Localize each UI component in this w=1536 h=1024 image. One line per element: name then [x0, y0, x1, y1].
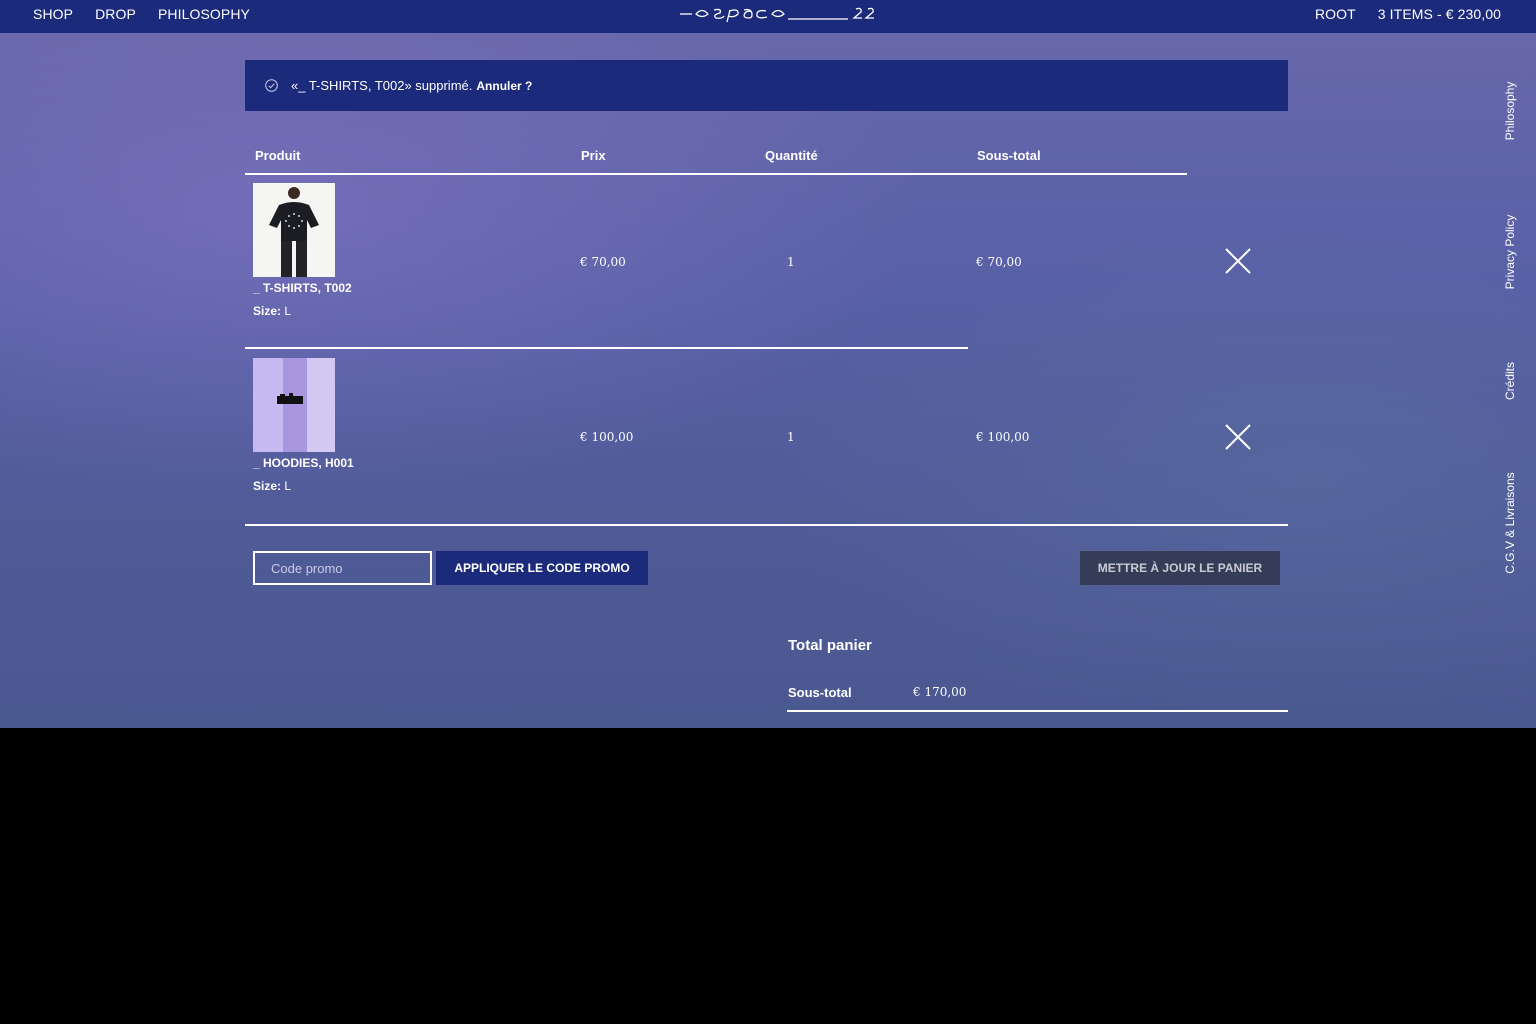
header-subtotal: Sous-total	[977, 148, 1041, 163]
row-divider	[245, 347, 968, 349]
totals-divider	[787, 710, 1288, 712]
header-product: Produit	[255, 148, 301, 163]
notice-message: «_ T-SHIRTS, T002» supprimé.	[291, 78, 473, 93]
cart-summary-link[interactable]: 3 ITEMS - € 230,00	[1378, 6, 1501, 22]
totals-subtotal-label: Sous-total	[788, 685, 852, 700]
page-viewport: SHOP DROP PHILOSOPHY ROOT 3 ITEMS - € 23…	[0, 0, 1536, 728]
cart-item-name[interactable]: _ HOODIES, H001	[253, 456, 354, 470]
cart-item-price: € 70,00	[580, 255, 626, 269]
apply-coupon-button[interactable]: APPLIQUER LE CODE PROMO	[436, 551, 648, 585]
header-price: Prix	[581, 148, 606, 163]
cart-item-size: Size: L	[253, 479, 291, 493]
account-link[interactable]: ROOT	[1315, 6, 1356, 22]
side-link-privacy-policy[interactable]: Privacy Policy	[1503, 194, 1517, 310]
cart-item-quantity[interactable]: 1	[787, 430, 795, 444]
side-link-credits[interactable]: Crédits	[1503, 351, 1517, 411]
main-nav: SHOP DROP PHILOSOPHY	[33, 0, 250, 27]
header-divider	[245, 173, 1187, 175]
size-value: L	[284, 304, 292, 318]
undo-link[interactable]: Annuler ?	[476, 79, 532, 93]
cart-item-subtotal: € 70,00	[976, 255, 1022, 269]
cart-item-quantity[interactable]: 1	[787, 255, 795, 269]
table-bottom-divider	[245, 524, 1288, 526]
product-image-tshirt[interactable]	[253, 183, 335, 277]
update-cart-button[interactable]: METTRE À JOUR LE PANIER	[1080, 551, 1280, 585]
side-link-terms[interactable]: C.G.V & Livraisons	[1503, 447, 1517, 599]
size-label: Size:	[253, 479, 282, 493]
cart-item-subtotal: € 100,00	[976, 430, 1030, 444]
cart-totals-title: Total panier	[788, 637, 872, 654]
account-nav: ROOT 3 ITEMS - € 230,00	[1315, 0, 1501, 27]
cart-item-name[interactable]: _ T-SHIRTS, T002	[253, 281, 352, 295]
coupon-code-input[interactable]	[253, 551, 432, 585]
header-quantity: Quantité	[765, 148, 818, 163]
size-value: L	[284, 479, 292, 493]
remove-item-icon[interactable]	[1224, 423, 1252, 451]
check-circle-icon	[265, 79, 278, 92]
product-image-hoodie[interactable]	[253, 358, 335, 452]
site-logo[interactable]	[678, 2, 884, 24]
nav-philosophy-link[interactable]: PHILOSOPHY	[158, 6, 250, 22]
removal-notice: «_ T-SHIRTS, T002» supprimé. Annuler ?	[245, 60, 1288, 111]
cart-item-price: € 100,00	[580, 430, 634, 444]
size-label: Size:	[253, 304, 282, 318]
cart-item-size: Size: L	[253, 304, 291, 318]
nav-drop-link[interactable]: DROP	[95, 6, 136, 22]
top-navigation: SHOP DROP PHILOSOPHY ROOT 3 ITEMS - € 23…	[0, 0, 1536, 33]
totals-subtotal-value: € 170,00	[913, 685, 967, 699]
remove-item-icon[interactable]	[1224, 247, 1252, 275]
side-link-philosophy[interactable]: Philosophy	[1503, 71, 1517, 151]
nav-shop-link[interactable]: SHOP	[33, 6, 73, 22]
